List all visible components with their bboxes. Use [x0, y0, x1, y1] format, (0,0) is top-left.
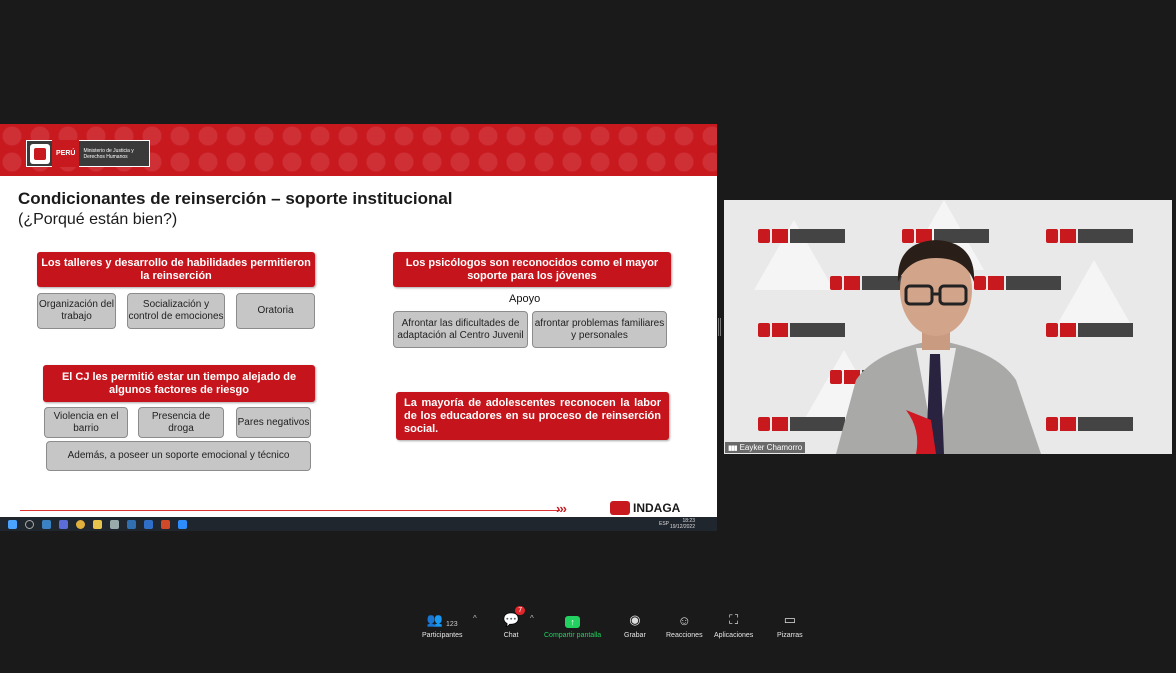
indaga-logo: INDAGA — [610, 501, 680, 515]
meeting-toolbar: 👥 123 Participantes ^ 💬 7 Chat ^ ↑ Compart… — [0, 600, 1176, 650]
risk-factor-item: Pares negativos — [236, 407, 311, 438]
participants-label: Participantes — [422, 632, 463, 639]
teams-icon[interactable] — [59, 519, 68, 529]
start-icon[interactable] — [8, 519, 17, 529]
psychologists-box: Los psicólogos son reconocidos como el m… — [393, 252, 671, 287]
background-logo — [1046, 415, 1136, 433]
slide-title: Condicionantes de reinserción – soporte … — [18, 189, 453, 208]
reactions-label: Reacciones — [666, 632, 703, 639]
risk-factor-item: Violencia en el barrio — [44, 407, 128, 438]
indaga-text: INDAGA — [633, 501, 681, 515]
support-item: afrontar problemas familiares y personal… — [532, 311, 667, 348]
powerpoint-icon[interactable] — [161, 519, 170, 529]
whiteboard-icon: ▭ — [783, 612, 796, 627]
logo-ministry: Ministerio de Justicia y Derechos Humano… — [83, 147, 134, 160]
background-logo — [1046, 227, 1136, 245]
coat-of-arms-icon — [30, 143, 50, 164]
support-item: Afrontar las dificultades de adaptación … — [393, 311, 528, 348]
share-screen-button[interactable]: ↑ Compartir pantalla — [544, 610, 601, 639]
chat-caret-icon[interactable]: ^ — [530, 614, 534, 623]
participant-person — [836, 240, 1041, 454]
taskbar-clock[interactable]: 18:23 19/12/2022 — [670, 518, 695, 530]
search-icon[interactable] — [25, 519, 34, 529]
risk-factor-item: Presencia de droga — [138, 407, 224, 438]
chat-button[interactable]: 💬 7 Chat — [503, 606, 526, 639]
language-indicator[interactable]: ESP — [659, 521, 669, 527]
workshops-box: Los talleres y desarrollo de habilidades… — [37, 252, 315, 287]
slide-subtitle: (¿Porqué están bien?) — [18, 211, 178, 228]
participants-count: 123 — [445, 621, 458, 628]
educators-box: La mayoría de adolescentes reconocen la … — [396, 392, 669, 440]
participant-name: Eayker Chamorro — [739, 443, 803, 452]
participant-name-tag: ▮▮▮ Eayker Chamorro — [725, 442, 806, 453]
word-icon[interactable] — [144, 519, 153, 529]
participants-icon: 👥 — [426, 612, 443, 627]
workshop-item: Socialización y control de emociones — [127, 293, 225, 329]
whiteboards-label: Pizarras — [777, 632, 803, 639]
chat-label: Chat — [503, 632, 519, 639]
risk-factors-box: El CJ les permitió estar un tiempo aleja… — [43, 365, 315, 402]
slide-header-banner: PERÚ Ministerio de Justicia y Derechos H… — [0, 124, 717, 176]
record-icon: ◉ — [629, 612, 641, 627]
whiteboards-button[interactable]: ▭ Pizarras — [777, 610, 803, 639]
signal-bars-icon: ▮▮▮ — [728, 444, 738, 452]
workshop-item: Oratoria — [236, 293, 315, 329]
footer-arrows: ››› — [556, 501, 567, 516]
record-label: Grabar — [624, 632, 646, 639]
background-logo — [1046, 321, 1136, 339]
indaga-mark-icon — [610, 501, 630, 515]
chat-badge: 7 — [515, 606, 526, 615]
zoom-icon[interactable] — [178, 519, 187, 529]
ministry-logo: PERÚ Ministerio de Justicia y Derechos H… — [26, 140, 150, 167]
participants-button[interactable]: 👥 123 Participantes — [422, 610, 462, 639]
share-screen-label: Compartir pantalla — [544, 632, 602, 639]
edge-icon[interactable] — [42, 519, 51, 529]
app-icon[interactable] — [110, 519, 119, 529]
zoom-meeting-window: PERÚ Ministerio de Justicia y Derechos H… — [0, 0, 1176, 673]
folder-icon[interactable] — [93, 519, 102, 529]
share-screen-icon: ↑ — [565, 616, 581, 628]
support-label: Apoyo — [509, 293, 541, 305]
reactions-icon: ☺ — [677, 613, 691, 628]
split-view-handle[interactable] — [718, 318, 721, 336]
logo-peru: PERÚ — [52, 140, 80, 167]
apps-label: Aplicaciones — [714, 632, 754, 639]
emotional-support-item: Además, a poseer un soporte emocional y … — [46, 441, 311, 471]
apps-button[interactable]: ⛶ Aplicaciones — [714, 610, 753, 639]
windows-taskbar: ESP 18:23 19/12/2022 — [0, 517, 717, 531]
participants-caret-icon[interactable]: ^ — [473, 614, 477, 623]
shared-screen: PERÚ Ministerio de Justicia y Derechos H… — [0, 124, 717, 531]
app-icon[interactable] — [127, 519, 136, 529]
record-button[interactable]: ◉ Grabar — [624, 610, 646, 639]
background-shape — [1054, 260, 1134, 330]
apps-icon: ⛶ — [729, 612, 739, 627]
footer-divider — [20, 510, 560, 511]
reactions-button[interactable]: ☺ Reacciones — [666, 610, 703, 639]
clock-date: 19/12/2022 — [669, 524, 695, 530]
chrome-icon[interactable] — [76, 519, 85, 529]
workshop-item: Organización del trabajo — [37, 293, 116, 329]
